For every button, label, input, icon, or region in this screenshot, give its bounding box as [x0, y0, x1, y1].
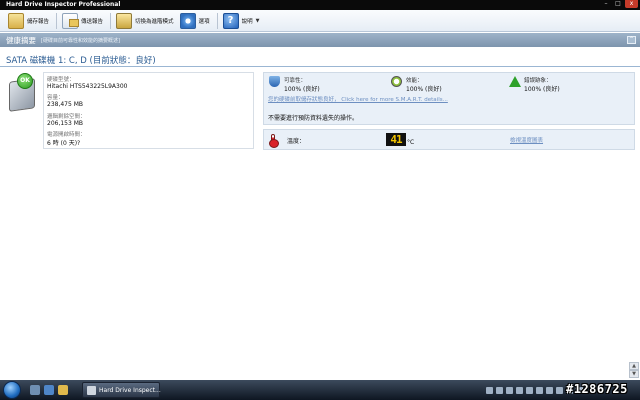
- model-label: 硬碟型號：: [47, 77, 75, 83]
- help-icon: ?: [222, 12, 239, 29]
- ie-browser-icon[interactable]: [44, 385, 54, 395]
- tray-icon[interactable]: [496, 386, 503, 394]
- temperature-chart-link[interactable]: 檢視溫度圖表: [510, 136, 543, 144]
- summary-subtitle: [硬碟目前可靠性和效能的摘要概述]: [41, 38, 120, 44]
- tray-icon[interactable]: [546, 386, 553, 394]
- model-value: Hitachi HTS543225L9A300: [47, 83, 128, 90]
- send-report-icon: [62, 12, 80, 29]
- maximize-button[interactable]: □: [613, 0, 623, 8]
- title-bar: Hard Drive Inspector Professional – □ x: [0, 0, 640, 10]
- drive-heading: SATA 磁碟機 1: C, D (目前狀態：良好): [6, 56, 156, 66]
- capacity-label: 容量：: [47, 95, 64, 101]
- tray-icon[interactable]: [516, 386, 523, 394]
- options-button[interactable]: 選項: [178, 11, 214, 31]
- taskbar-app-button[interactable]: Hard Drive Inspect...: [82, 382, 161, 398]
- power-on-value: 6 時 (0 天)?: [47, 140, 81, 147]
- switch-mode-label: 切換為進階模式: [135, 18, 174, 25]
- options-label: 選項: [198, 18, 210, 25]
- app-icon: [87, 386, 96, 395]
- errors-value: 100% (良好): [524, 86, 560, 93]
- send-report-label: 傳送報告: [81, 18, 104, 25]
- gauge-icon: [391, 76, 402, 87]
- temperature-unit: °C: [407, 139, 415, 146]
- help-label: 說明: [241, 18, 253, 25]
- send-report-button[interactable]: 傳送報告: [60, 11, 107, 31]
- save-report-button[interactable]: 儲存報告: [6, 11, 53, 31]
- toolbar: 儲存報告 傳送報告 切換為進階模式 選項 ? 說明 ▼: [0, 10, 640, 32]
- summary-title: 健康摘要: [6, 36, 36, 45]
- divider: [0, 66, 640, 67]
- taskbar: Hard Drive Inspect... 下午: [0, 380, 640, 400]
- taskbar-app-label: Hard Drive Inspect...: [99, 387, 161, 394]
- folder-icon[interactable]: [58, 385, 68, 395]
- toolbar-separator: [110, 12, 112, 29]
- toolbar-separator: [216, 12, 218, 29]
- thermometer-icon: [269, 134, 279, 148]
- temperature-label: 溫度：: [287, 138, 306, 145]
- start-button[interactable]: [3, 381, 21, 399]
- temperature-value: 41: [386, 133, 406, 146]
- window-title: Hard Drive Inspector Professional: [6, 1, 121, 8]
- tray-icon[interactable]: [526, 386, 533, 394]
- capacity-value: 238,475 MB: [47, 101, 84, 108]
- save-report-label: 儲存報告: [27, 18, 50, 25]
- help-button[interactable]: ? 說明 ▼: [221, 11, 264, 31]
- save-report-icon: [8, 12, 24, 29]
- scroll-down-button[interactable]: ▼: [629, 370, 639, 378]
- health-summary-header: 健康摘要 [硬碟目前可靠性和效能的摘要概述] ⌃: [0, 33, 640, 47]
- scroll-up-button[interactable]: ▲: [629, 362, 639, 370]
- free-space-value: 206,153 MB: [47, 120, 84, 127]
- minimize-button[interactable]: –: [601, 0, 611, 8]
- show-desktop-icon[interactable]: [30, 385, 40, 395]
- free-space-label: 邏輯剩餘空間：: [47, 114, 86, 120]
- toolbar-separator: [56, 12, 58, 29]
- status-badge: OK: [17, 73, 33, 89]
- health-status-panel: 可靠性： 100% (良好) 效能： 100% (良好) 錯誤跡象： 100% …: [263, 72, 635, 125]
- drive-info-panel: 硬碟型號： Hitachi HTS543225L9A300 容量： 238,47…: [43, 72, 254, 149]
- close-button[interactable]: x: [625, 0, 638, 8]
- tray-icon[interactable]: [486, 386, 493, 394]
- tray-icon[interactable]: [506, 386, 513, 394]
- tray-icon[interactable]: [536, 386, 543, 394]
- watermark: #1286725: [566, 382, 628, 396]
- collapse-button[interactable]: ⌃: [627, 36, 636, 44]
- switch-mode-icon: [116, 12, 133, 29]
- switch-mode-button[interactable]: 切換為進階模式: [114, 11, 178, 31]
- temperature-panel: 溫度： 41 °C 檢視溫度圖表: [263, 129, 635, 150]
- window-controls: – □ x: [601, 0, 638, 9]
- chevron-down-icon: ▼: [255, 17, 260, 24]
- power-on-label: 電源開啟時間：: [47, 132, 86, 138]
- performance-label: 效能：: [406, 78, 423, 84]
- reliability-value: 100% (良好): [284, 86, 320, 93]
- status-note: 不需要進行預防資料遺失的操作。: [268, 115, 359, 122]
- shield-icon: [269, 76, 280, 87]
- performance-value: 100% (良好): [406, 86, 442, 93]
- tray-icon[interactable]: [556, 386, 563, 394]
- warning-triangle-icon: [509, 76, 521, 87]
- smart-details-link[interactable]: 您的硬碟前取儲存狀態良好， Click here for more S.M.A.…: [268, 95, 448, 103]
- reliability-label: 可靠性：: [284, 78, 307, 84]
- errors-label: 錯誤跡象：: [524, 78, 552, 84]
- gear-icon: [179, 12, 196, 29]
